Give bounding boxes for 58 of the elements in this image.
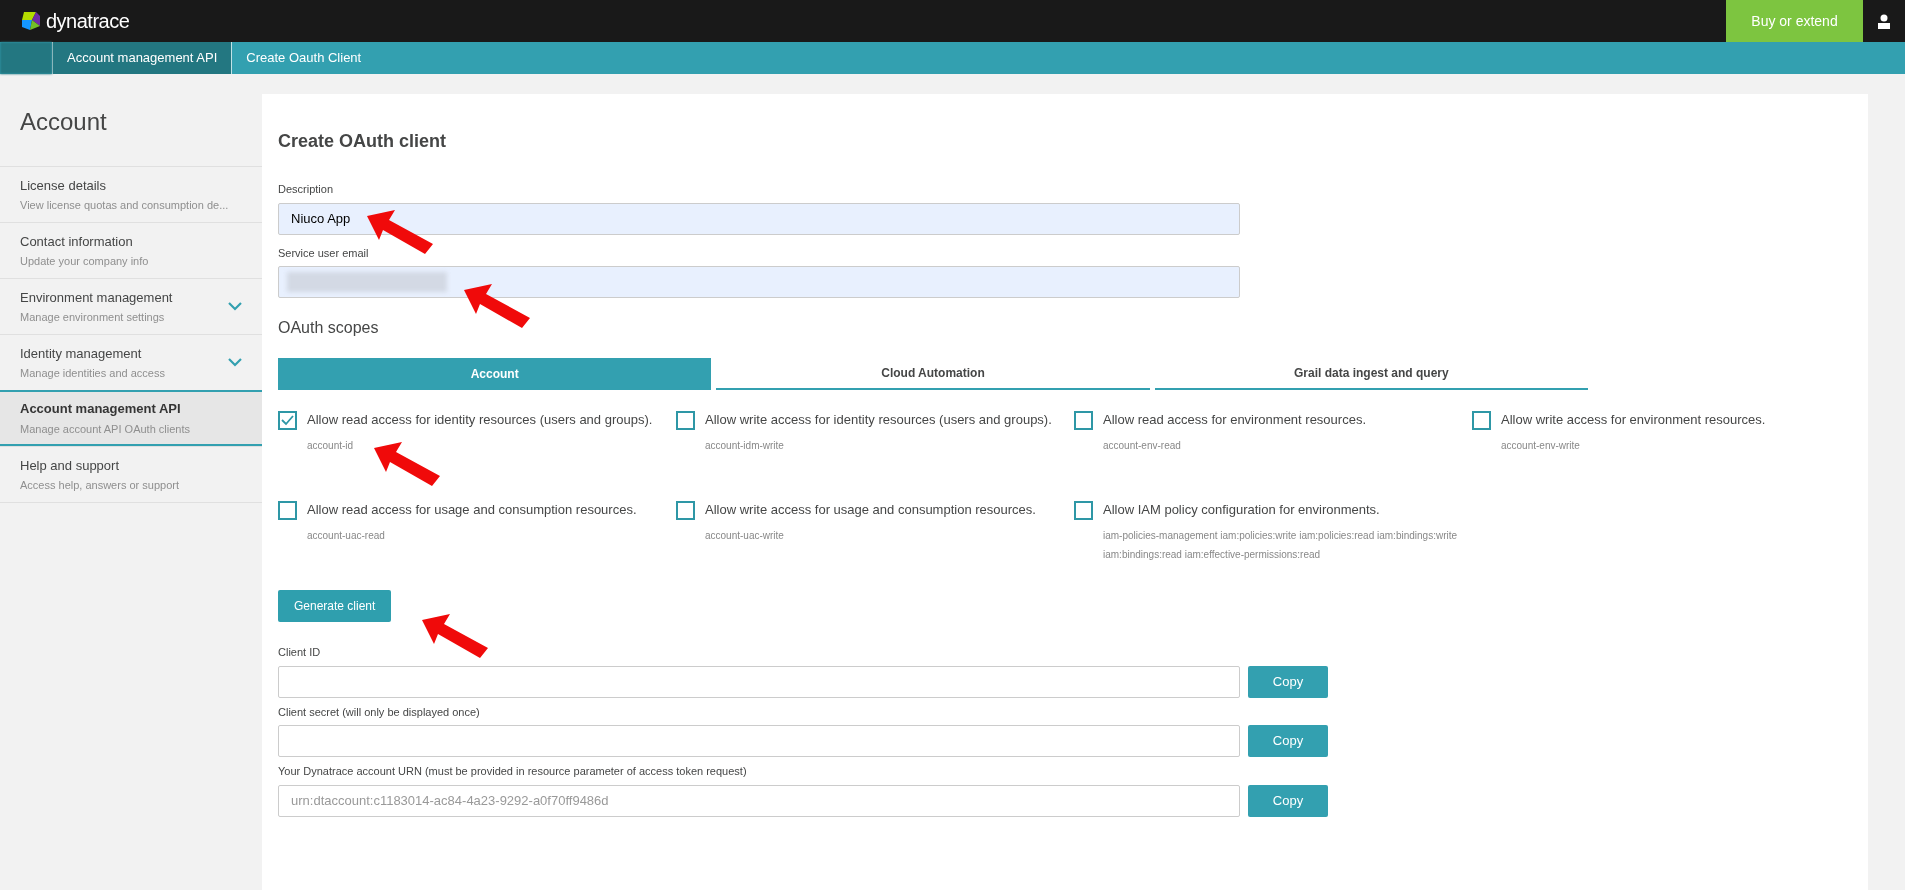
scope-label: Allow read access for usage and consumption resources. [307,501,637,519]
field-label: Client secret (will only be displayed once) [278,704,481,720]
scopes-heading: OAuth scopes [278,318,380,338]
pointer-arrow-icon [462,282,532,330]
scope-name: account-idm-write [705,439,785,453]
item-description: Access help, answers or support [20,478,179,493]
scope-label: Allow IAM policy configuration for environments. [1103,501,1381,519]
output-field[interactable] [278,665,1240,698]
scope-label: Allow write access for identity resources (users and groups). [705,411,1052,429]
scope-tab[interactable]: Grail data ingest and query [1154,358,1588,390]
sidebar-title: Account [19,107,108,137]
scope-label: Allow write access for environment resources. [1501,411,1766,429]
scope-name: account-env-write [1501,439,1581,453]
pointer-arrow-icon [420,612,490,660]
scope-label: Allow write access for usage and consumption resources. [705,501,1036,519]
scope-label: Allow read access for identity resources (users and groups). [307,411,653,429]
checkbox[interactable] [278,501,297,520]
item-description: Manage environment settings [20,310,166,325]
item-label: Account management API [20,400,182,418]
sidebar-item[interactable]: Account management API Manage account API OAuth clients [0,390,262,446]
item-label: Identity management [20,344,143,363]
scope-name: account-id [307,439,355,453]
scope-tab[interactable]: Cloud Automation [716,358,1150,390]
item-label: Environment management [20,288,173,307]
chevron-down-icon[interactable] [228,358,242,367]
scope-name: account-env-read [1103,439,1182,453]
logo-text: dynatrace [46,9,130,34]
scope-name: iam-policies-management iam:policies:write iam:policies:read iam:bindings:write iam:bindings:read iam:effective-permissions:read [1103,529,1459,562]
item-description: Manage identities and access [20,366,165,381]
checkbox[interactable] [1472,411,1491,430]
scope-name: account-uac-write [705,529,785,543]
field-label: Description [278,182,335,197]
checkbox[interactable] [676,501,695,520]
item-description: Manage account API OAuth clients [20,421,190,437]
item-description: View license quotas and consumption de... [20,198,229,213]
description-field[interactable]: Niuco App [278,202,1240,235]
scope-label: Allow read access for environment resources. [1103,411,1366,429]
item-description: Update your company info [20,254,149,269]
checkbox[interactable] [1074,411,1093,430]
checkbox[interactable] [1074,501,1093,520]
form-title: Create OAuth client [278,130,448,153]
item-label: Contact information [20,232,134,251]
breadcrumb[interactable]: Account management API [52,42,232,74]
output-field[interactable] [278,725,1240,757]
user-icon[interactable] [1877,13,1891,29]
item-label: License details [20,176,107,195]
field-label: Your Dynatrace account URN (must be provided in resource parameter of access token request) [278,764,748,779]
checkbox[interactable] [278,411,297,430]
pointer-arrow-icon [372,440,442,488]
logo-icon [20,10,42,32]
scope-name: account-uac-read [307,529,386,543]
email-field[interactable] [278,266,1240,298]
field-label: Client ID [278,645,322,660]
chevron-down-icon[interactable] [228,302,242,311]
item-label: Help and support [20,456,120,475]
field-label: Service user email [278,245,370,261]
urn-value: urn:dtaccount:c1183014-ac84-4a23-9292-a0f70ff9486d [291,791,609,810]
checkbox[interactable] [676,411,695,430]
